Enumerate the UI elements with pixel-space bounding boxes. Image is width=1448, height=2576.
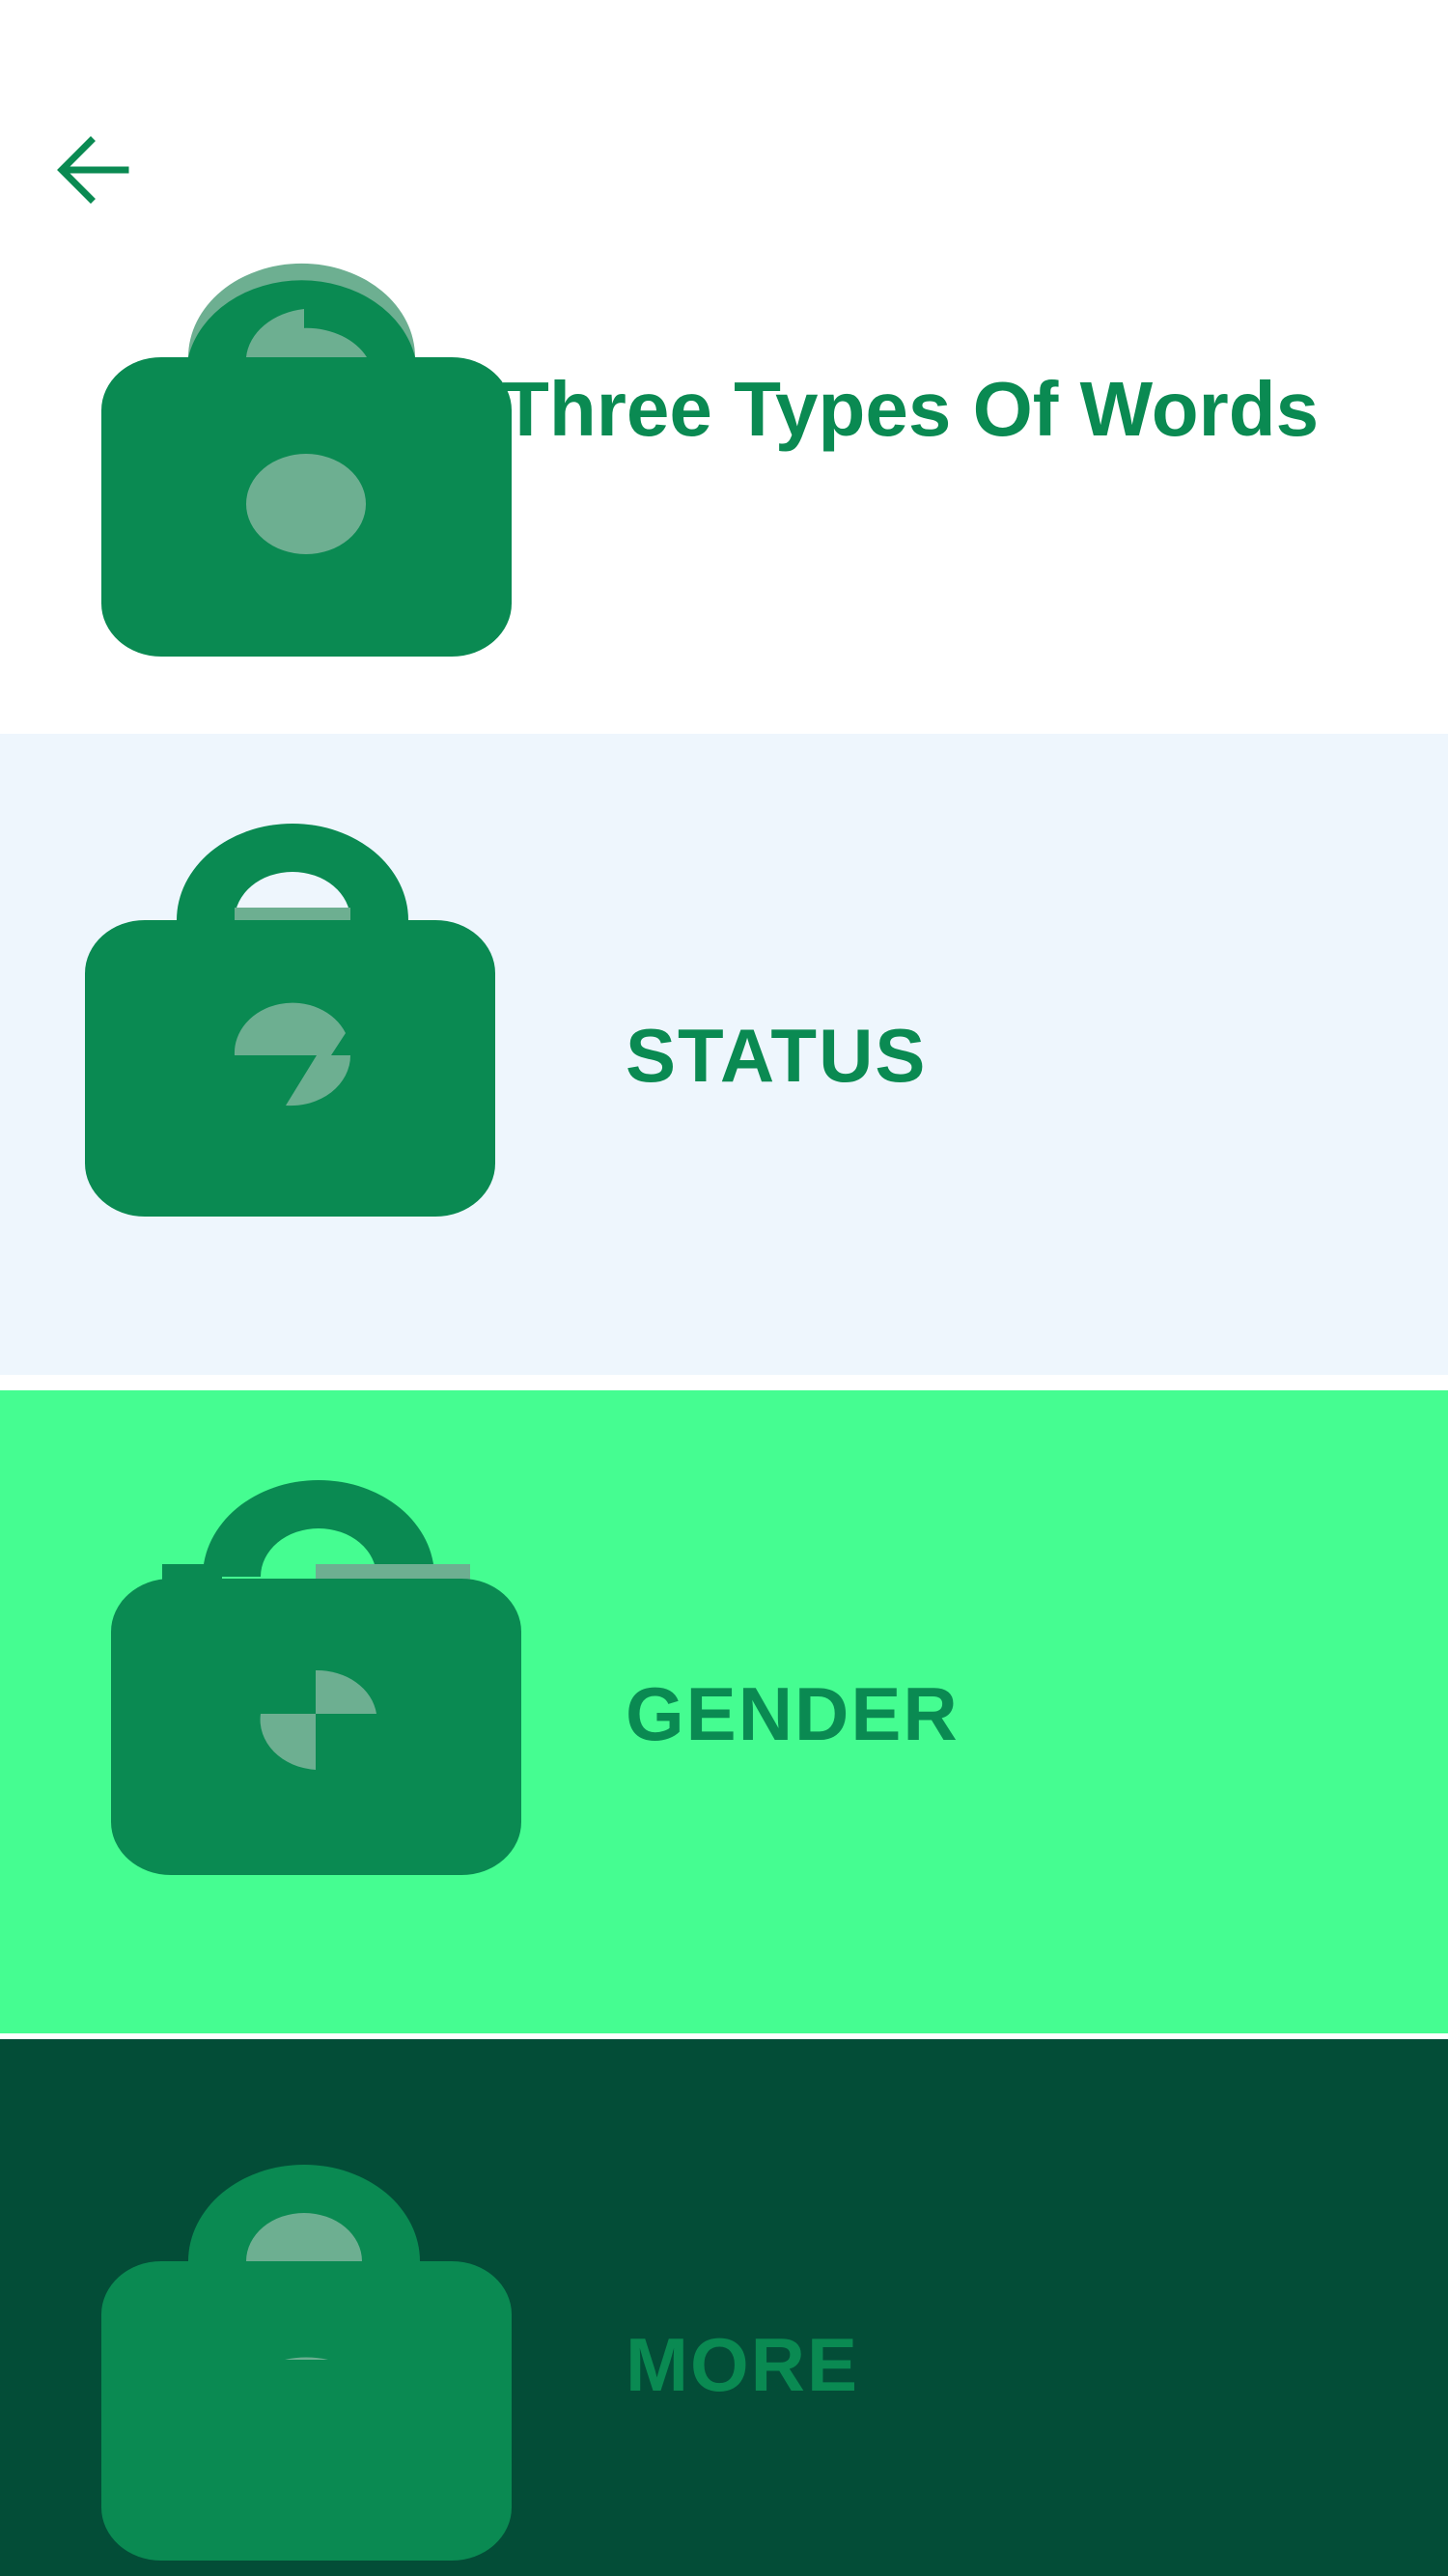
page: Three Types Of Words STATUS GENDER MORE xyxy=(0,0,1448,2576)
section-label: MORE xyxy=(626,2322,859,2407)
back-button[interactable] xyxy=(56,135,129,205)
header: Three Types Of Words xyxy=(0,0,1448,734)
arrow-left-icon xyxy=(57,136,129,204)
shopping-bag-icon xyxy=(85,824,495,1217)
section-gender[interactable]: GENDER xyxy=(0,1390,1448,2033)
shopping-bag-icon xyxy=(101,263,512,657)
page-title: Three Types Of Words xyxy=(502,366,1320,452)
section-status[interactable]: STATUS xyxy=(0,734,1448,1375)
shopping-bag-icon xyxy=(111,1480,521,1875)
shopping-bag-icon xyxy=(101,2165,512,2561)
section-label: GENDER xyxy=(626,1671,960,1756)
section-label: STATUS xyxy=(626,1013,928,1098)
section-more[interactable]: MORE xyxy=(0,2039,1448,2576)
